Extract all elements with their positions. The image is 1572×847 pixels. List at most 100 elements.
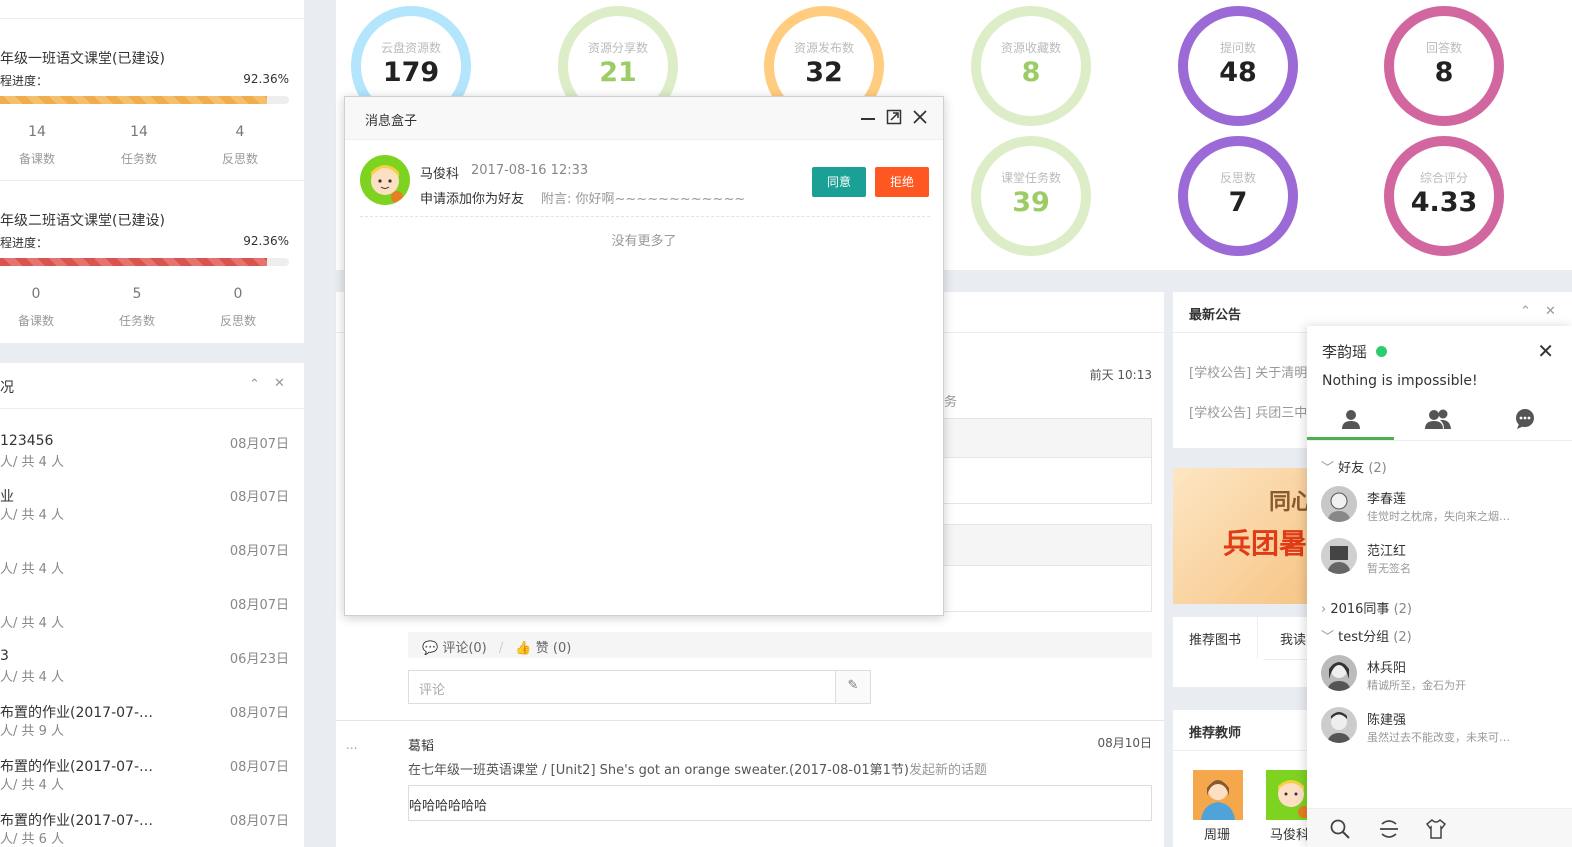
friend-item[interactable]: 范江红 暂无签名 xyxy=(1321,538,1561,582)
friend-avatar xyxy=(1321,707,1357,743)
message-box-dialog: 消息盒子 马俊科 2017-08-16 12:33 申请添加你为好友 附言: 你… xyxy=(344,96,944,616)
stat-ring-reflections[interactable]: 反思数 7 xyxy=(1178,136,1298,256)
shirt-icon[interactable] xyxy=(1425,818,1447,840)
progress-bar xyxy=(0,96,289,104)
comment-link[interactable]: 评论(0) xyxy=(442,641,486,656)
post-course-link[interactable]: 在七年级一班英语课堂 / [Unit2] She's got an orange… xyxy=(408,763,909,778)
comment-icon: 💬 xyxy=(422,641,439,656)
friend-group-header[interactable]: ﹀ test分组 (2) xyxy=(1321,626,1412,645)
friend-group-header[interactable]: ﹀ 好友 (2) xyxy=(1321,457,1387,476)
chevron-down-icon: ﹀ xyxy=(1321,630,1335,645)
friend-signature: 精诚所至，金石为开 xyxy=(1367,679,1466,692)
im-toolbar xyxy=(1307,808,1572,847)
separator: / xyxy=(498,641,504,656)
friend-item[interactable]: 林兵阳 精诚所至，金石为开 xyxy=(1321,655,1561,699)
stat-ring-answers[interactable]: 回答数 8 xyxy=(1384,6,1504,126)
progress-value: 92.36% xyxy=(243,234,289,248)
request-text: 申请添加你为好友 xyxy=(420,192,525,207)
stat-ring-class-tasks[interactable]: 课堂任务数 39 xyxy=(971,136,1091,256)
post-content-box xyxy=(934,458,1152,504)
teacher-avatar[interactable] xyxy=(1193,770,1243,820)
post-body: 哈哈哈哈哈哈 xyxy=(408,785,1152,821)
friend-signature: 虽然过去不能改变，未来可… xyxy=(1367,731,1510,744)
post-content-box xyxy=(934,566,1152,612)
tab-recommended-books[interactable]: 推荐图书 xyxy=(1173,617,1259,659)
requester-name[interactable]: 马俊科 xyxy=(420,163,459,182)
request-time: 2017-08-16 12:33 xyxy=(471,163,589,178)
course-title[interactable]: 年级二班语文课堂(已建设) xyxy=(0,210,165,230)
collapse-icon[interactable]: ⌃ xyxy=(249,377,260,392)
friend-item[interactable]: 陈建强 虽然过去不能改变，未来可… xyxy=(1321,707,1561,751)
close-icon[interactable]: ✕ xyxy=(274,376,285,391)
im-main-panel: 李韵瑶 Nothing is impossible! ✕ ﹀ 好友 (2) 李春… xyxy=(1307,326,1572,847)
friend-avatar xyxy=(1321,538,1357,574)
friend-item[interactable]: 李春莲 佳觉时之枕席，失向来之烟… xyxy=(1321,486,1561,530)
edit-icon[interactable]: ✎ xyxy=(835,670,871,704)
chat-bubble-icon xyxy=(1515,409,1534,429)
requester-avatar[interactable] xyxy=(360,155,410,205)
progress-bar xyxy=(0,258,289,266)
progress-label: 程进度： xyxy=(0,236,49,250)
stat-ring-questions[interactable]: 提问数 48 xyxy=(1178,6,1298,126)
divider xyxy=(0,180,304,181)
stat-ring-favorites[interactable]: 资源收藏数 8 xyxy=(971,6,1091,126)
post-content-box xyxy=(934,418,1152,458)
skin-switch-icon[interactable] xyxy=(1378,818,1400,840)
divider xyxy=(360,216,930,217)
search-icon[interactable] xyxy=(1329,818,1351,840)
friend-name: 李春莲 xyxy=(1367,492,1407,507)
chevron-right-icon: › xyxy=(1321,602,1327,617)
request-note: 附言: 你好啊~~~~~~~~~~~~ xyxy=(541,192,746,207)
chevron-down-icon: ﹀ xyxy=(1321,461,1335,476)
banner-text: 兵团暑 xyxy=(1223,527,1308,560)
friend-avatar xyxy=(1321,655,1357,691)
more-icon[interactable]: ... xyxy=(346,738,357,752)
user-icon xyxy=(1341,410,1360,429)
teacher-name[interactable]: 周珊 xyxy=(1204,824,1230,843)
announcement-item[interactable]: [学校公告] 关于清明 xyxy=(1189,362,1307,381)
panel-title: 况 xyxy=(0,380,14,396)
tab-groups[interactable] xyxy=(1394,402,1481,440)
stat-reflections: 0 反思数 xyxy=(219,286,256,328)
panel-title: 最新公告 xyxy=(1189,308,1242,323)
course-title[interactable]: 年级一班语文课堂(已建设) xyxy=(0,48,165,68)
course-progress-panel: 年级一班语文课堂(已建设) 程进度： 92.36% 14 备课数 14 任务数 4反… xyxy=(0,0,304,343)
post-author[interactable]: 葛韬 xyxy=(408,735,434,754)
minimize-icon[interactable] xyxy=(859,108,877,126)
friend-name: 林兵阳 xyxy=(1367,661,1407,676)
like-link[interactable]: 赞 (0) xyxy=(536,641,572,656)
post-content-box xyxy=(934,524,1152,566)
teacher-name[interactable]: 马俊科 xyxy=(1270,824,1309,843)
tab-friends[interactable] xyxy=(1307,402,1394,440)
post-description: 在七年级一班英语课堂 / [Unit2] She's got an orange… xyxy=(408,759,987,778)
maximize-icon[interactable] xyxy=(885,108,903,126)
current-user-name[interactable]: 李韵瑶 xyxy=(1322,341,1367,362)
stat-ring-score[interactable]: 综合评分 4.33 xyxy=(1384,136,1504,256)
divider xyxy=(336,720,1164,721)
announcement-item[interactable]: [学校公告] 兵团三中 xyxy=(1189,402,1307,421)
homework-panel: 况 ⌃ ✕ 123456 人/ 共 4 人 08月07日 业人/ 共 4 人 08月0… xyxy=(0,363,304,847)
dialog-header[interactable]: 消息盒子 xyxy=(345,97,943,140)
online-status-indicator[interactable] xyxy=(1376,346,1387,357)
post-actions: 💬 评论(0) / 👍 赞 (0) xyxy=(408,632,1152,658)
stat-lesson-prep: 0 备课数 xyxy=(17,286,54,328)
friend-group-header[interactable]: › 2016同事 (2) xyxy=(1321,598,1412,617)
collapse-icon[interactable]: ⌃ xyxy=(1520,304,1531,319)
agree-button[interactable]: 同意 xyxy=(812,167,866,197)
tab-conversations[interactable] xyxy=(1481,402,1568,440)
reject-button[interactable]: 拒绝 xyxy=(875,167,929,197)
progress-value: 92.36% xyxy=(243,72,289,86)
close-icon[interactable] xyxy=(911,108,929,126)
comment-input[interactable]: 评论 xyxy=(408,670,836,704)
post-text-fragment: 务 xyxy=(944,395,958,410)
dialog-title: 消息盒子 xyxy=(365,114,418,129)
user-signature[interactable]: Nothing is impossible! xyxy=(1322,373,1478,389)
close-icon[interactable]: ✕ xyxy=(1537,339,1554,363)
stat-lesson-prep: 14 备课数 xyxy=(18,124,55,166)
friend-signature: 佳觉时之枕席，失向来之烟… xyxy=(1367,510,1510,523)
post-action-text: 发起新的话题 xyxy=(909,763,988,778)
group-icon xyxy=(1424,409,1451,429)
close-icon[interactable]: ✕ xyxy=(1545,304,1556,319)
stat-tasks: 5 任务数 xyxy=(118,286,155,328)
panel-header: 况 ⌃ ✕ xyxy=(0,363,304,409)
